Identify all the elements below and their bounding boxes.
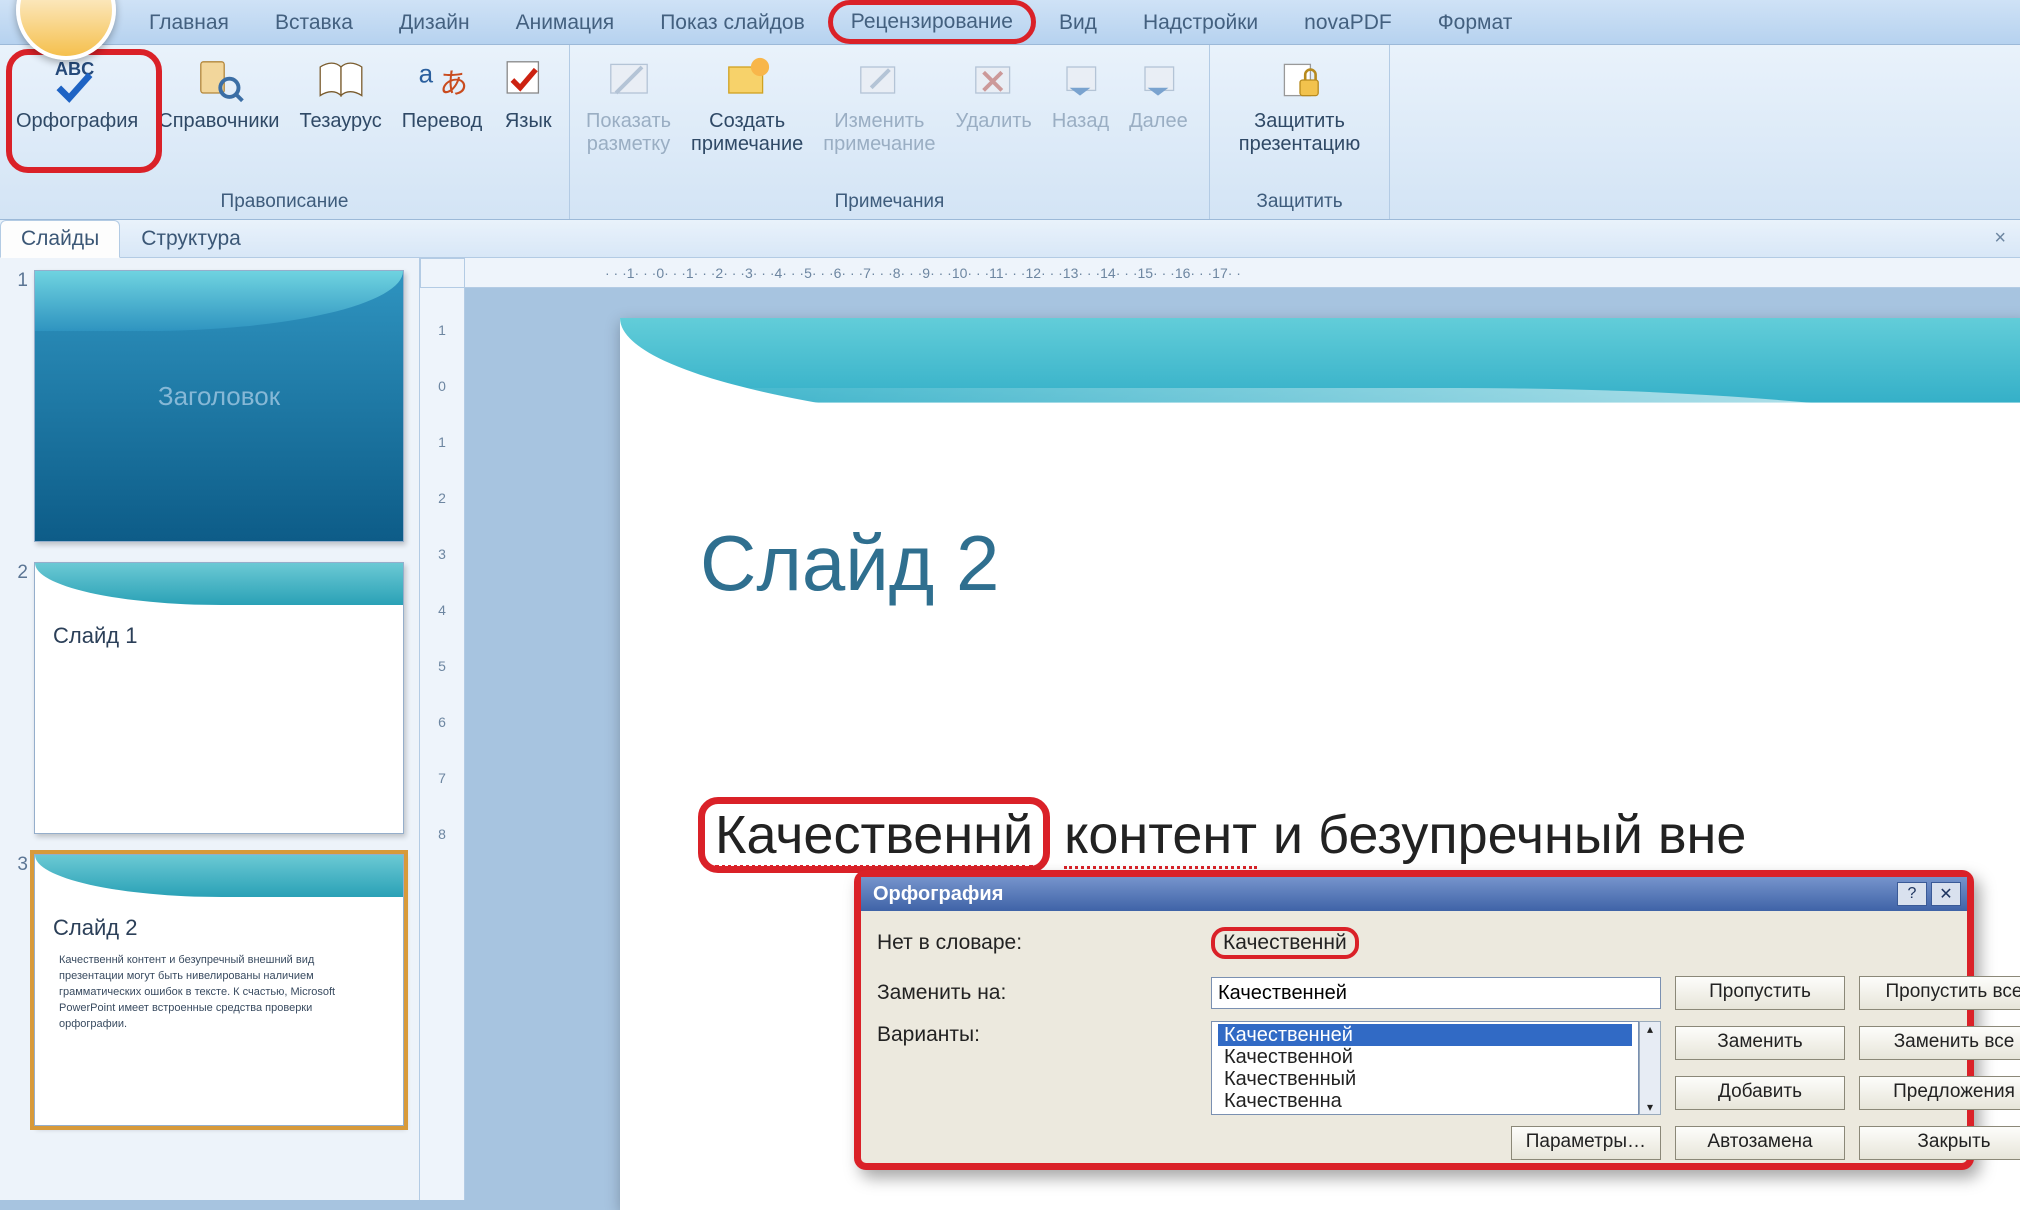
prev-comment-button[interactable]: Назад (1042, 51, 1119, 136)
listbox-scrollbar[interactable]: ▴▾ (1639, 1021, 1661, 1115)
tab-addins[interactable]: Надстройки (1120, 0, 1281, 44)
tab-novapdf[interactable]: novaPDF (1281, 0, 1415, 44)
group-comments-label: Примечания (570, 187, 1209, 219)
thesaurus-button[interactable]: Тезаурус (289, 51, 391, 136)
svg-text:あ: あ (439, 68, 468, 100)
misspelled-word[interactable]: Качественнй (715, 805, 1033, 868)
ruler-horizontal[interactable]: · · ·1· · ·0· · ·1· · ·2· · ·3· · ·4· · … (465, 258, 2020, 288)
list-item[interactable]: Качественна (1218, 1090, 1632, 1112)
thumb-number: 1 (8, 270, 28, 292)
thumb-number: 2 (8, 562, 28, 584)
ribbon-body: ABC Орфография Справочники Тезаурус aあ П… (0, 45, 2020, 220)
dialog-title: Орфография (873, 883, 1003, 906)
spelling-label: Орфография (16, 110, 138, 133)
language-label: Язык (505, 110, 552, 133)
edit-comment-icon (853, 54, 905, 106)
list-item[interactable]: Качественный (1218, 1068, 1632, 1090)
research-label: Справочники (158, 110, 279, 133)
options-button[interactable]: Параметры… (1511, 1126, 1661, 1160)
tab-slideshow[interactable]: Показ слайдов (637, 0, 828, 44)
new-comment-button[interactable]: Создать примечание (681, 51, 813, 159)
panel-tab-outline[interactable]: Структура (120, 220, 262, 258)
delete-icon (968, 54, 1020, 106)
new-comment-icon (721, 54, 773, 106)
thumb-1[interactable]: Заголовок (34, 270, 404, 542)
translate-label: Перевод (402, 110, 483, 133)
abc-check-icon: ABC (51, 54, 103, 106)
dialog-titlebar[interactable]: Орфография ? ✕ (861, 877, 1967, 911)
tab-insert[interactable]: Вставка (252, 0, 376, 44)
delete-comment-button[interactable]: Удалить (945, 51, 1041, 136)
tab-design[interactable]: Дизайн (376, 0, 493, 44)
thumbnails-panel[interactable]: 1 Заголовок 2 Слайд 1 3 Слайд 2 Качест (0, 258, 420, 1200)
tab-format[interactable]: Формат (1415, 0, 1536, 44)
panel-close-icon[interactable]: × (1994, 227, 2006, 250)
not-in-dictionary-label: Нет в словаре: (877, 931, 1197, 955)
side-panel-tabs: Слайды Структура × (0, 220, 2020, 258)
svg-text:a: a (419, 59, 434, 89)
show-markup-button[interactable]: Показать разметку (576, 51, 681, 159)
next-icon (1132, 54, 1184, 106)
protect-button[interactable]: Защитить презентацию (1229, 51, 1370, 159)
list-item[interactable]: Качественней (1218, 1024, 1632, 1046)
dialog-close-icon[interactable]: ✕ (1931, 882, 1961, 906)
thumb-2[interactable]: Слайд 1 (34, 562, 404, 834)
next-comment-button[interactable]: Далее (1119, 51, 1198, 136)
thumb-1-title: Заголовок (35, 381, 403, 412)
group-protect-label: Защитить (1210, 187, 1389, 219)
suggest-button[interactable]: Предложения (1859, 1076, 2020, 1110)
language-button[interactable]: Язык (492, 51, 564, 136)
ribbon-tabs: Главная Вставка Дизайн Анимация Показ сл… (0, 0, 2020, 45)
change-all-button[interactable]: Заменить все (1859, 1026, 2020, 1060)
spelling-button[interactable]: ABC Орфография (6, 51, 148, 136)
dialog-help-icon[interactable]: ? (1897, 882, 1927, 906)
lock-icon (1274, 54, 1326, 106)
language-check-icon (502, 54, 554, 106)
book-magnify-icon (193, 54, 245, 106)
thumb-3[interactable]: Слайд 2 Качественнй контент и безупречны… (34, 854, 404, 1126)
tab-animation[interactable]: Анимация (493, 0, 638, 44)
variants-listbox[interactable]: Качественней Качественной Качественный К… (1211, 1021, 1639, 1115)
replace-with-input[interactable] (1211, 977, 1661, 1009)
prev-icon (1054, 54, 1106, 106)
change-button[interactable]: Заменить (1675, 1026, 1845, 1060)
spelling-dialog[interactable]: Орфография ? ✕ Нет в словаре: Качественн… (854, 870, 1974, 1170)
panel-tab-slides[interactable]: Слайды (0, 220, 120, 258)
slide-title[interactable]: Слайд 2 (700, 518, 999, 609)
translate-button[interactable]: aあ Перевод (392, 51, 493, 136)
thumb-number: 3 (8, 854, 28, 876)
tab-home[interactable]: Главная (126, 0, 252, 44)
ignore-button[interactable]: Пропустить (1675, 976, 1845, 1010)
variants-label: Варианты: (877, 1023, 1197, 1047)
add-button[interactable]: Добавить (1675, 1076, 1845, 1110)
slide-text: контент (1064, 804, 1257, 869)
open-book-icon (315, 54, 367, 106)
close-button[interactable]: Закрыть (1859, 1126, 2020, 1160)
tab-view[interactable]: Вид (1036, 0, 1120, 44)
autocorrect-button[interactable]: Автозамена (1675, 1126, 1845, 1160)
replace-with-label: Заменить на: (877, 981, 1197, 1005)
list-item[interactable]: Качественной (1218, 1046, 1632, 1068)
edit-comment-button[interactable]: Изменить примечание (813, 51, 945, 159)
slide-text: и безупречный вне (1273, 804, 1746, 866)
group-proofing-label: Правописание (0, 187, 569, 219)
tab-review[interactable]: Рецензирование (828, 0, 1036, 44)
translate-icon: aあ (416, 54, 468, 106)
thumb-3-body: Качественнй контент и безупречный внешни… (59, 953, 379, 1033)
ruler-corner (420, 258, 465, 288)
thesaurus-label: Тезаурус (299, 110, 381, 133)
research-button[interactable]: Справочники (148, 51, 289, 136)
ignore-all-button[interactable]: Пропустить все (1859, 976, 2020, 1010)
not-in-dictionary-value: Качественнй (1211, 927, 1359, 959)
slide-body-line[interactable]: Качественнй контент и безупречный вне (700, 803, 1746, 869)
ruler-vertical[interactable]: 1012345678 (420, 288, 465, 1200)
markup-icon (603, 54, 655, 106)
